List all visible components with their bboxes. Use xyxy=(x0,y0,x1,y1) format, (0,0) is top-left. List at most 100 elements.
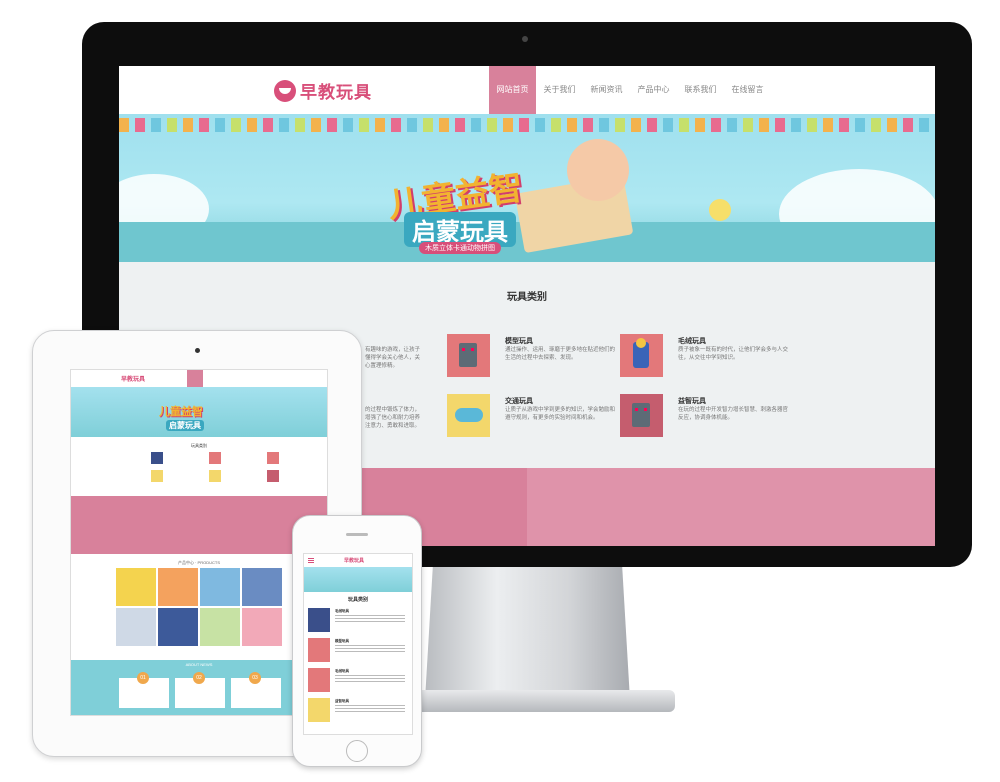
news-number: 02 xyxy=(193,672,205,684)
tablet-navbar: 早教玩具 xyxy=(71,370,327,387)
category-item[interactable]: 模型玩具 xyxy=(308,638,408,666)
category-desc xyxy=(335,645,405,653)
news-card[interactable]: 03 xyxy=(231,672,281,708)
category-name[interactable]: 益智玩具 xyxy=(678,396,706,406)
bunting-flags xyxy=(119,118,935,132)
category-thumb[interactable] xyxy=(447,394,490,437)
pink-section-right xyxy=(527,468,935,546)
menu-news[interactable]: 新闻资讯 xyxy=(583,66,630,114)
category-name[interactable]: 毛绒玩具 xyxy=(335,669,349,674)
tablet-screen: 早教玩具 儿童益智 启蒙玩具 玩具类别 产品中心 · PRODUCTS ABOU… xyxy=(70,369,328,716)
menu-icon[interactable] xyxy=(308,558,314,559)
section-title: 玩具类别 xyxy=(191,443,207,448)
category-thumb[interactable] xyxy=(308,668,330,692)
category-desc xyxy=(335,675,405,683)
product-grid xyxy=(116,568,282,646)
news-number: 03 xyxy=(249,672,261,684)
category-thumb[interactable] xyxy=(209,470,221,482)
chick-image xyxy=(709,199,731,221)
robot-icon xyxy=(459,343,477,367)
category-name[interactable]: 交通玩具 xyxy=(505,396,533,406)
category-thumb[interactable] xyxy=(151,452,163,464)
category-name[interactable]: 模型玩具 xyxy=(335,639,349,644)
product-image[interactable] xyxy=(242,608,282,646)
main-menu: 网站首页 关于我们 新闻资讯 产品中心 联系我们 在线留言 xyxy=(489,66,771,114)
site-logo[interactable]: 早教玩具 xyxy=(274,78,372,103)
logo-text: 早教玩具 xyxy=(300,83,372,102)
monitor-stand xyxy=(425,560,630,700)
category-thumb[interactable] xyxy=(267,470,279,482)
category-thumb[interactable] xyxy=(267,452,279,464)
category-desc-fragment: 有趣味的游戏，让孩子懂得学会关心他人，关心置理修精。 xyxy=(365,347,421,369)
tablet-banner[interactable]: 儿童益智 启蒙玩具 xyxy=(71,387,327,437)
category-name[interactable]: 毛绒玩具 xyxy=(678,336,706,346)
banner-title: 儿童益智 xyxy=(159,406,203,418)
phone-screen: 早教玩具 玩具类别 毛绒玩具 模型玩具 毛绒玩具 益智玩具 xyxy=(303,553,413,735)
menu-contact[interactable]: 联系我们 xyxy=(677,66,724,114)
product-image[interactable] xyxy=(116,608,156,646)
news-card[interactable]: 02 xyxy=(175,672,225,708)
menu-home[interactable]: 网站首页 xyxy=(489,66,536,114)
category-thumb[interactable] xyxy=(308,638,330,662)
logo-text[interactable]: 早教玩具 xyxy=(121,374,145,383)
robot-icon xyxy=(632,403,650,427)
section-title: 玩具类别 xyxy=(507,292,547,303)
phone-banner[interactable] xyxy=(304,567,412,592)
product-image[interactable] xyxy=(200,608,240,646)
category-thumb[interactable] xyxy=(447,334,490,377)
speaker xyxy=(346,533,368,536)
products-title: 产品中心 · PRODUCTS xyxy=(178,560,220,565)
category-desc: 通过操作、运用、琢磨于更多地在贴近他们的生活的过程中去探索、发现。 xyxy=(505,347,616,361)
product-image[interactable] xyxy=(158,608,198,646)
home-button[interactable] xyxy=(346,740,368,762)
category-desc-fragment: 的过程中锻炼了体力，增强了信心和耐力培养注意力、勇敢和进取。 xyxy=(365,407,421,429)
camera xyxy=(195,348,200,353)
category-desc xyxy=(335,705,405,713)
banner-subtitle: 启蒙玩具 xyxy=(166,420,204,431)
category-name[interactable]: 毛绒玩具 xyxy=(335,609,349,614)
category-thumb[interactable] xyxy=(151,470,163,482)
pink-section xyxy=(71,496,327,554)
phone-device: 早教玩具 玩具类别 毛绒玩具 模型玩具 毛绒玩具 益智玩具 xyxy=(292,515,422,767)
category-item[interactable]: 益智玩具 xyxy=(308,698,408,726)
section-title: 玩具类别 xyxy=(347,597,368,603)
category-desc: 让质子从游戏中学到更多的知识，学会勉励和遵守规则，有更多的实验时间和机会。 xyxy=(505,407,616,421)
category-name[interactable]: 模型玩具 xyxy=(505,336,533,346)
product-image[interactable] xyxy=(242,568,282,606)
menu-products[interactable]: 产品中心 xyxy=(630,66,677,114)
category-item[interactable]: 毛绒玩具 xyxy=(308,608,408,636)
category-item[interactable]: 益智玩具 在玩的过程中开发智力增长智慧、刺激各器官反应，协调身体机能。 xyxy=(620,394,880,440)
category-desc: 质子被象一既有的时代，让他们学会多与人交往，从交往中学到知识。 xyxy=(678,347,789,361)
category-item[interactable]: 毛绒玩具 质子被象一既有的时代，让他们学会多与人交往，从交往中学到知识。 xyxy=(620,334,880,380)
category-desc: 在玩的过程中开发智力增长智慧、刺激各器官反应，协调身体机能。 xyxy=(678,407,789,421)
category-thumb[interactable] xyxy=(209,452,221,464)
scooter-icon xyxy=(455,408,483,422)
product-image[interactable] xyxy=(116,568,156,606)
category-thumb[interactable] xyxy=(308,698,330,722)
news-number: 01 xyxy=(137,672,149,684)
lego-figure-icon xyxy=(633,338,649,368)
product-image[interactable] xyxy=(158,568,198,606)
banner-tagline: 木质立体卡通动物拼图 xyxy=(419,242,501,254)
camera xyxy=(522,36,528,42)
phone-navbar: 早教玩具 xyxy=(304,554,412,567)
monitor-stand-base xyxy=(400,690,675,712)
category-thumb[interactable] xyxy=(308,608,330,632)
menu-about[interactable]: 关于我们 xyxy=(536,66,583,114)
category-name[interactable]: 益智玩具 xyxy=(335,699,349,704)
hero-banner[interactable]: 儿童益智 启蒙玩具 木质立体卡通动物拼图 xyxy=(119,114,935,262)
news-title: ABOUT NEWS xyxy=(185,662,213,667)
category-thumb[interactable] xyxy=(620,394,663,437)
news-card[interactable]: 01 xyxy=(119,672,169,708)
desktop-navbar: 早教玩具 网站首页 关于我们 新闻资讯 产品中心 联系我们 在线留言 xyxy=(119,66,935,114)
child-image xyxy=(567,139,629,201)
news-section: ABOUT NEWS 01 02 03 xyxy=(71,660,327,715)
product-image[interactable] xyxy=(200,568,240,606)
logo-text[interactable]: 早教玩具 xyxy=(344,557,364,564)
category-item[interactable]: 毛绒玩具 xyxy=(308,668,408,696)
menu-message[interactable]: 在线留言 xyxy=(724,66,771,114)
logo-icon xyxy=(274,79,296,102)
menu-home-active[interactable] xyxy=(187,370,203,387)
category-thumb[interactable] xyxy=(620,334,663,377)
category-desc xyxy=(335,615,405,623)
